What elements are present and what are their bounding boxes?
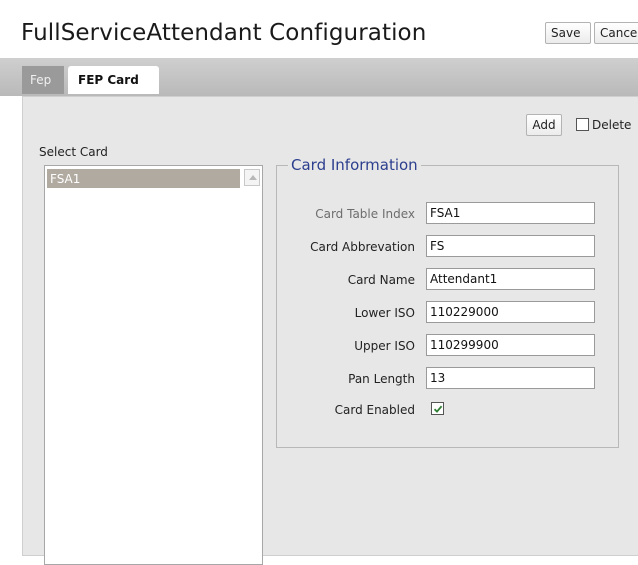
card-listbox[interactable]: FSA1 bbox=[44, 165, 263, 565]
list-item[interactable]: FSA1 bbox=[47, 169, 240, 188]
add-button[interactable]: Add bbox=[526, 114, 562, 136]
checkmark-icon bbox=[433, 405, 443, 413]
scroll-up-icon[interactable] bbox=[244, 169, 260, 186]
lower-iso-label: Lower ISO bbox=[354, 306, 415, 320]
tab-fep[interactable]: Fep bbox=[22, 66, 64, 94]
card-enabled-checkbox[interactable] bbox=[431, 402, 444, 415]
card-table-index-label: Card Table Index bbox=[315, 207, 415, 221]
card-name-label: Card Name bbox=[347, 273, 415, 287]
card-abbrevation-field[interactable]: FS bbox=[426, 235, 595, 257]
card-information-legend: Card Information bbox=[288, 156, 421, 174]
delete-label: Delete bbox=[592, 118, 632, 132]
page-title: FullServiceAttendant Configuration bbox=[21, 20, 427, 46]
card-table-index-field[interactable]: FSA1 bbox=[426, 202, 595, 224]
pan-length-field[interactable]: 13 bbox=[426, 367, 595, 389]
tab-fep-card[interactable]: FEP Card bbox=[68, 66, 159, 94]
select-card-label: Select Card bbox=[39, 145, 108, 159]
card-name-field[interactable]: Attendant1 bbox=[426, 268, 595, 290]
cancel-button[interactable]: Cance bbox=[594, 22, 638, 44]
card-enabled-label: Card Enabled bbox=[334, 403, 415, 417]
upper-iso-field[interactable]: 110299900 bbox=[426, 334, 595, 356]
save-button[interactable]: Save bbox=[545, 22, 591, 44]
upper-iso-label: Upper ISO bbox=[354, 339, 415, 353]
card-abbrevation-label: Card Abbrevation bbox=[310, 240, 415, 254]
lower-iso-field[interactable]: 110229000 bbox=[426, 301, 595, 323]
pan-length-label: Pan Length bbox=[348, 372, 415, 386]
delete-checkbox[interactable] bbox=[576, 118, 589, 131]
